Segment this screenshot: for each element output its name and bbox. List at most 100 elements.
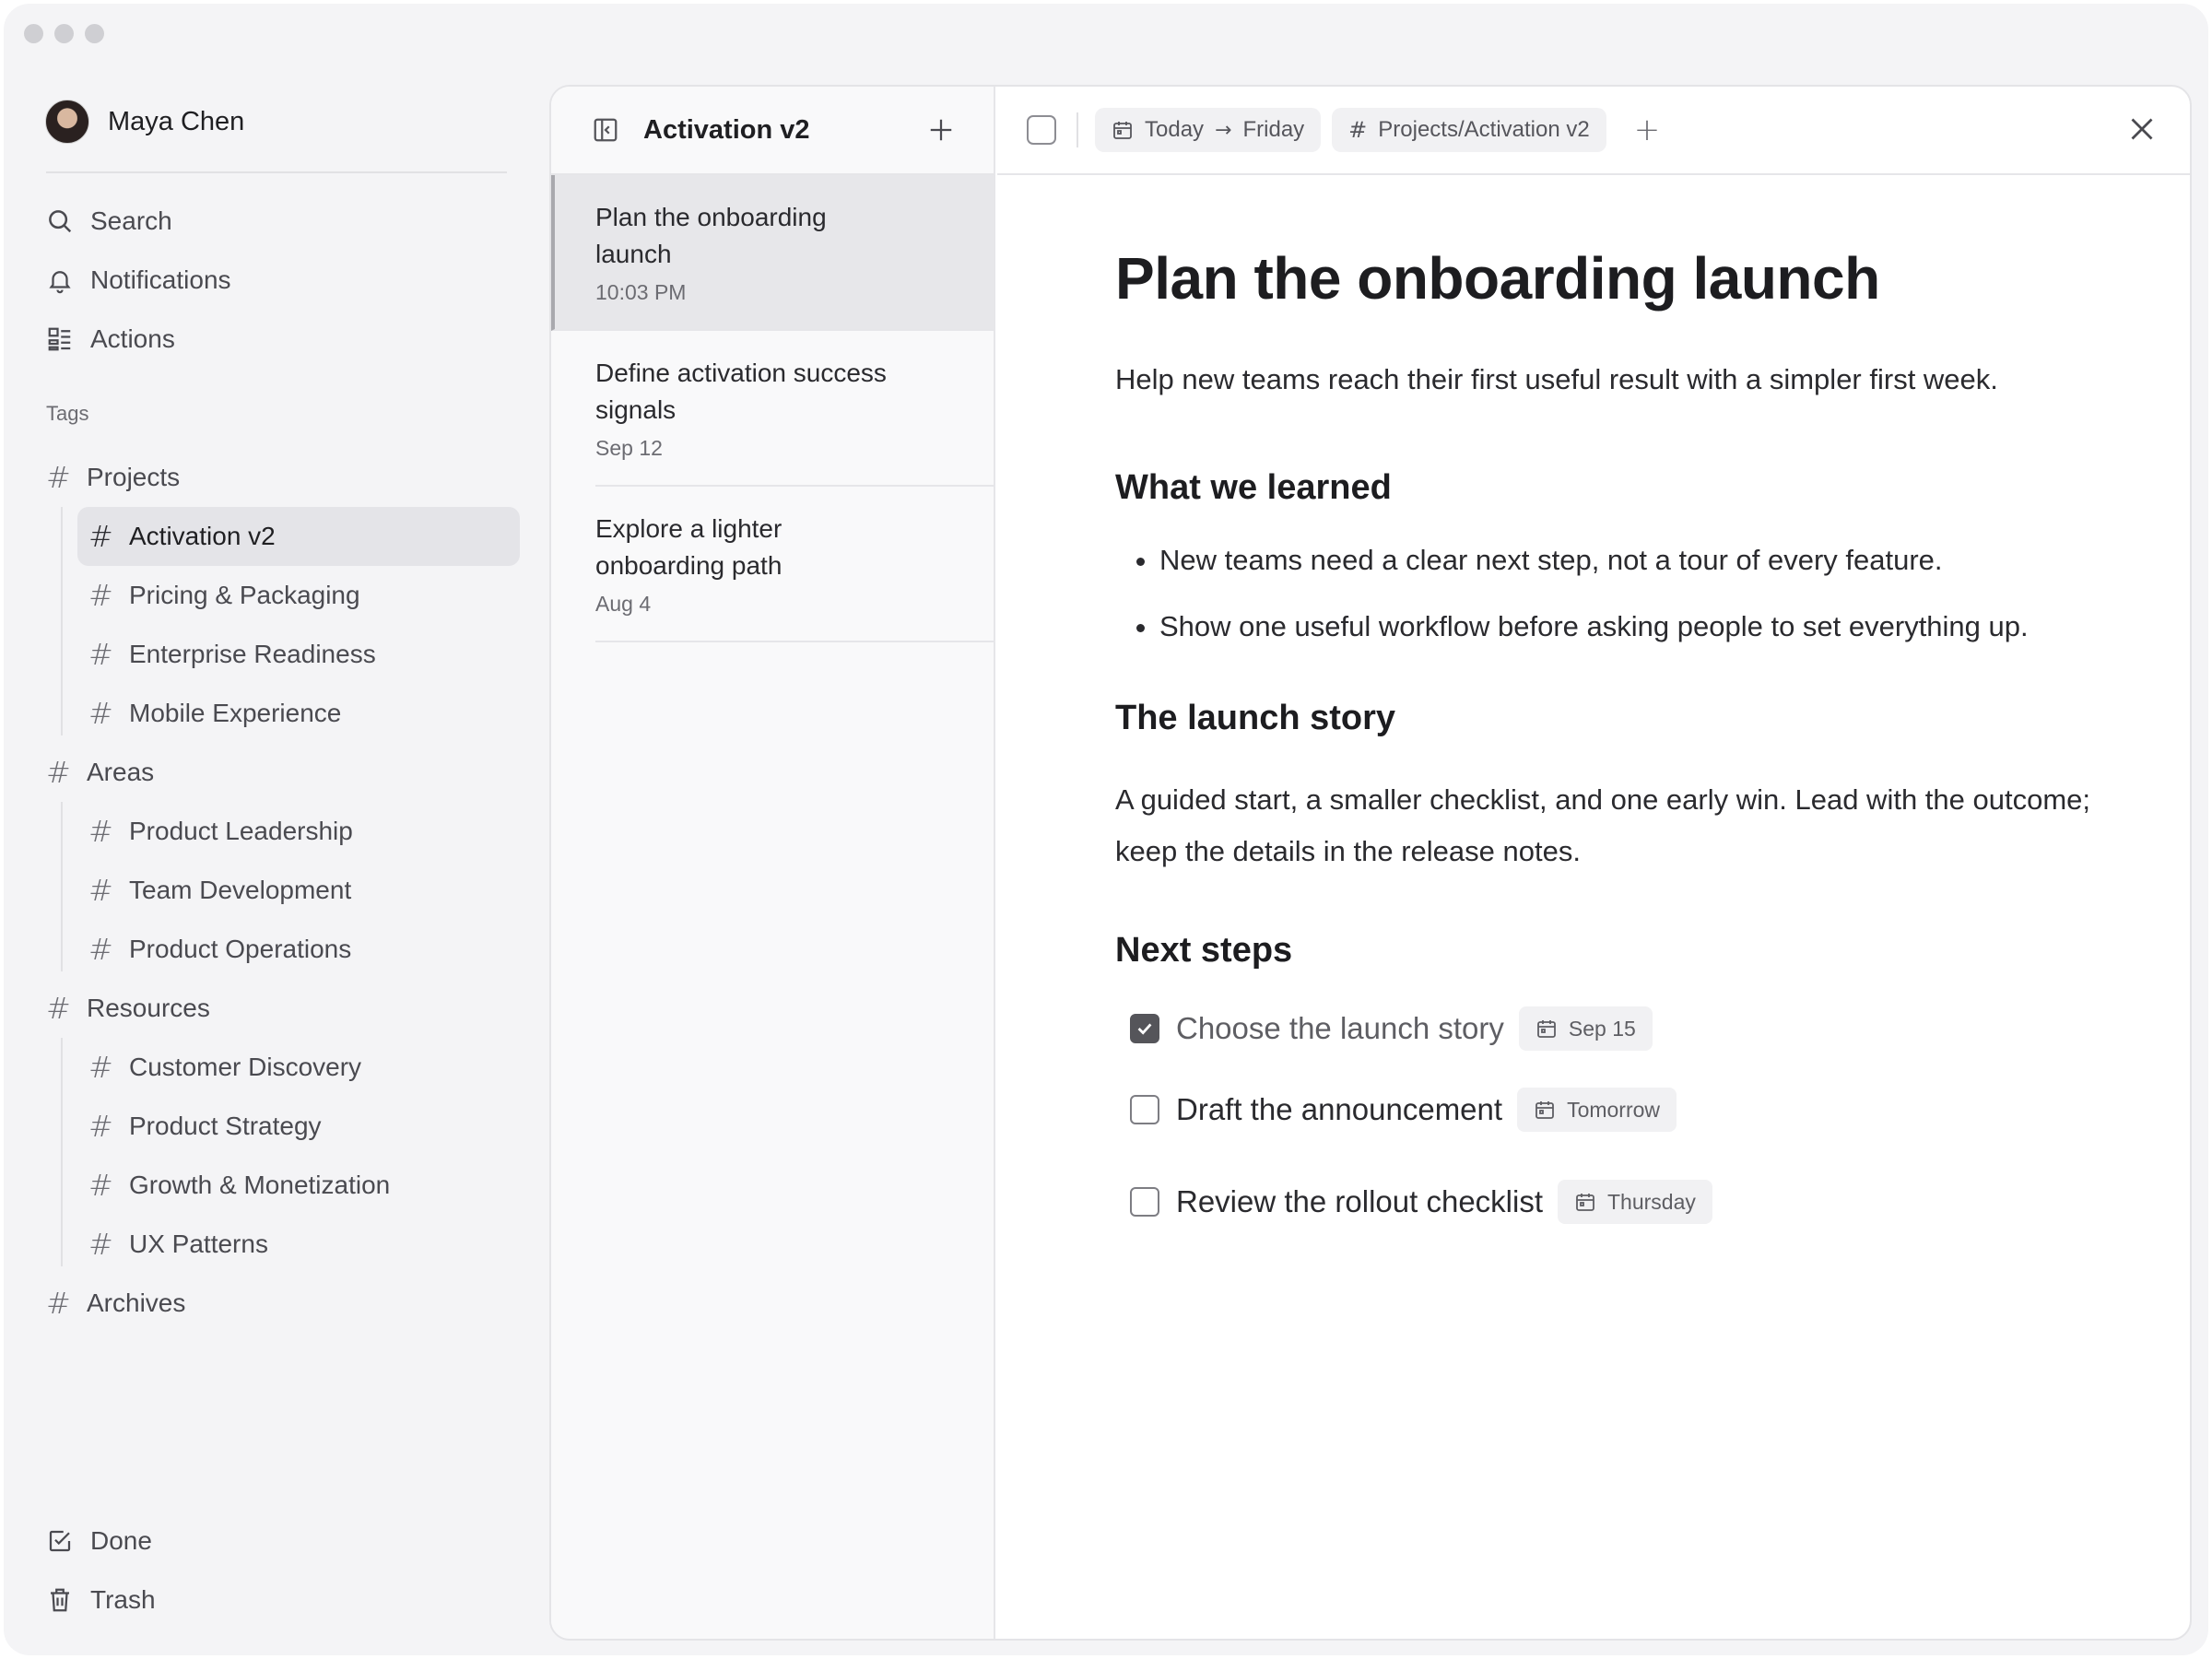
tag-enterprise-readiness[interactable]: # Enterprise Readiness [77, 625, 520, 684]
profile-name: Maya Chen [108, 106, 245, 136]
date-to: Friday [1242, 117, 1305, 142]
task-date-chip[interactable]: Tomorrow [1517, 1088, 1677, 1132]
tag-product-operations[interactable]: # Product Operations [77, 920, 520, 979]
task-checkbox[interactable] [1130, 1187, 1159, 1217]
hash-icon: # [88, 637, 113, 672]
editor-toolbar: Today → Friday # Projects/Activation v2 … [997, 87, 2190, 175]
note-date: 10:03 PM [595, 280, 687, 304]
sidebar-item-actions[interactable]: Actions [41, 310, 520, 369]
tag-ux-patterns[interactable]: # UX Patterns [77, 1215, 520, 1274]
section-heading[interactable]: The launch story [1115, 697, 2111, 739]
task-date-chip[interactable]: Thursday [1558, 1180, 1712, 1224]
task-date: Thursday [1607, 1189, 1696, 1214]
add-tag-button[interactable]: + [1634, 112, 1661, 148]
document-title[interactable]: Plan the onboarding launch [1115, 243, 2111, 313]
sidebar-item-label: Search [90, 206, 172, 235]
hash-icon: # [88, 519, 113, 554]
calendar-icon [1113, 122, 1132, 139]
tag-pricing-packaging[interactable]: # Pricing & Packaging [77, 566, 520, 625]
sidebar-item-trash[interactable]: Trash [41, 1571, 520, 1630]
note-date: Sep 12 [595, 436, 663, 460]
note-list-column: Activation v2 Plan the onboarding launch… [551, 87, 995, 1639]
tag-customer-discovery[interactable]: # Customer Discovery [77, 1038, 520, 1097]
hash-icon: # [88, 696, 113, 731]
tag-growth-monetization[interactable]: # Growth & Monetization [77, 1156, 520, 1215]
tag-tree: # Projects # Activation v2 # Pricing & P… [41, 448, 529, 1333]
note-list-title: Activation v2 [643, 114, 810, 145]
tag-group-areas: # Product Leadership # Team Development … [41, 802, 529, 979]
plus-icon[interactable] [927, 116, 955, 144]
section-heading[interactable]: Next steps [1115, 929, 2111, 971]
note-list-item[interactable]: Explore a lighter onboarding path Aug 4 [595, 487, 994, 642]
bullet-item[interactable]: Show one useful workflow before asking p… [1159, 606, 2111, 647]
sidebar-item-label: Actions [90, 324, 175, 353]
note-title: Define activation success signals [595, 359, 887, 424]
sidebar-nav: Search Notifications Actions [41, 192, 520, 369]
bullet-item[interactable]: New teams need a clear next step, not a … [1159, 540, 2111, 581]
section-heading[interactable]: What we learned [1115, 466, 2111, 509]
task-item: Choose the launch story Sep 15 [1130, 994, 2111, 1064]
hash-icon: # [46, 755, 71, 790]
tag-activation-v2[interactable]: # Activation v2 [77, 507, 520, 566]
tag-resources[interactable]: # Resources [41, 979, 529, 1038]
trash-icon [51, 1588, 69, 1612]
profile[interactable]: Maya Chen [45, 100, 244, 144]
tag-mobile-experience[interactable]: # Mobile Experience [77, 684, 520, 743]
calendar-icon [1536, 1020, 1556, 1038]
task-label[interactable]: Choose the launch story [1176, 1011, 1504, 1046]
hash-icon: # [88, 1227, 113, 1262]
tag-label: Customer Discovery [129, 1053, 362, 1081]
task-date-chip[interactable]: Sep 15 [1518, 1006, 1653, 1051]
tag-projects[interactable]: # Projects [41, 448, 529, 507]
note-title: Explore a lighter onboarding path [595, 514, 782, 580]
sidebar-bottom-nav: Done Trash [41, 1512, 520, 1630]
tag-label: Projects [87, 463, 181, 491]
hash-icon: # [88, 578, 113, 613]
tag-product-strategy[interactable]: # Product Strategy [77, 1097, 520, 1156]
task-list: Choose the launch story Sep 15 Draft the… [1115, 994, 2111, 1248]
tag-label: Resources [87, 994, 210, 1022]
editor: Today → Friday # Projects/Activation v2 … [997, 87, 2190, 1639]
tag-team-development[interactable]: # Team Development [77, 861, 520, 920]
sidebar-item-search[interactable]: Search [41, 192, 520, 251]
tag-product-leadership[interactable]: # Product Leadership [77, 802, 520, 861]
sidebar-item-done[interactable]: Done [41, 1512, 520, 1571]
note-list-item[interactable]: Define activation success signals Sep 12 [595, 331, 994, 487]
check-square-icon [49, 1530, 71, 1552]
hash-icon: # [88, 932, 113, 967]
task-checkbox[interactable] [1130, 1014, 1159, 1043]
date-range-pill[interactable]: Today → Friday [1095, 108, 1322, 152]
task-checkbox[interactable] [1130, 1095, 1159, 1124]
tag-areas[interactable]: # Areas [41, 743, 529, 802]
tag-label: Growth & Monetization [129, 1171, 391, 1199]
hash-icon: # [88, 814, 113, 849]
avatar [45, 100, 89, 144]
sidebar-toggle-icon[interactable] [592, 116, 619, 144]
document-lead[interactable]: Help new teams reach their first useful … [1115, 359, 2111, 400]
tag-label: Pricing & Packaging [129, 581, 360, 609]
tag-path-pill[interactable]: # Projects/Activation v2 [1332, 108, 1606, 152]
app-window: Maya Chen Search Notifications Actions T… [4, 4, 2208, 1655]
date-from: Today [1145, 117, 1205, 142]
note-complete-checkbox[interactable] [1027, 115, 1056, 145]
task-item: Review the rollout checklist Thursday [1130, 1156, 2111, 1248]
sidebar-item-notifications[interactable]: Notifications [41, 251, 520, 310]
task-label[interactable]: Draft the announcement [1176, 1092, 1502, 1127]
main-panel: Activation v2 Plan the onboarding launch… [549, 85, 2192, 1641]
tag-label: Product Leadership [129, 817, 353, 845]
task-label[interactable]: Review the rollout checklist [1176, 1184, 1543, 1219]
tag-label: Enterprise Readiness [129, 640, 376, 668]
hash-icon: # [88, 1050, 113, 1085]
sidebar-item-label: Notifications [90, 265, 231, 294]
section-paragraph[interactable]: A guided start, a smaller checklist, and… [1115, 774, 2111, 877]
checkmark-icon [1137, 1023, 1152, 1035]
hash-icon: # [88, 1168, 113, 1203]
note-list-item[interactable]: Plan the onboarding launch 10:03 PM [551, 175, 994, 331]
search-icon [49, 210, 72, 233]
tag-group-projects: # Activation v2 # Pricing & Packaging # … [41, 507, 529, 743]
close-icon[interactable] [2125, 112, 2159, 146]
tags-section-label: Tags [46, 402, 89, 425]
document-body[interactable]: Plan the onboarding launch Help new team… [1115, 243, 2111, 1248]
tag-label: UX Patterns [129, 1230, 268, 1258]
tag-archives[interactable]: # Archives [41, 1274, 529, 1333]
